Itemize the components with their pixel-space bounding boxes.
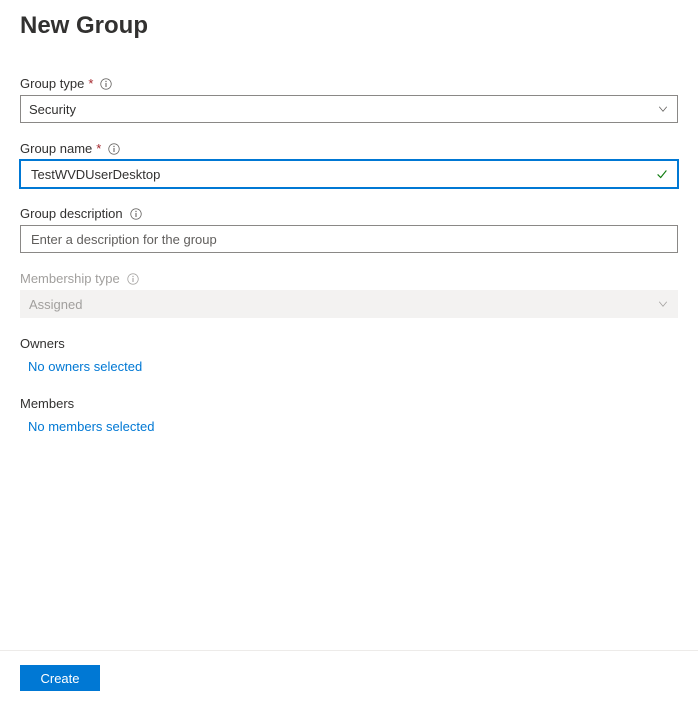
group-type-value: Security — [29, 102, 657, 117]
owners-section: Owners No owners selected — [20, 336, 678, 374]
info-icon[interactable] — [99, 77, 113, 91]
members-section: Members No members selected — [20, 396, 678, 434]
required-asterisk: * — [96, 141, 101, 156]
membership-type-label-row: Membership type — [20, 271, 678, 286]
group-type-select[interactable]: Security — [20, 95, 678, 123]
field-membership-type: Membership type Assigned — [20, 271, 678, 318]
group-name-input[interactable] — [29, 161, 655, 187]
owners-heading: Owners — [20, 336, 678, 351]
membership-type-value: Assigned — [29, 297, 657, 312]
group-description-input-wrap — [20, 225, 678, 253]
group-name-label-row: Group name * — [20, 141, 678, 156]
page-title: New Group — [20, 12, 678, 40]
members-link[interactable]: No members selected — [20, 419, 678, 434]
members-heading: Members — [20, 396, 678, 411]
field-group-description: Group description — [20, 206, 678, 253]
create-button[interactable]: Create — [20, 665, 100, 691]
chevron-down-icon — [657, 103, 669, 115]
info-icon[interactable] — [129, 207, 143, 221]
group-description-label-row: Group description — [20, 206, 678, 221]
group-description-label: Group description — [20, 206, 123, 221]
info-icon[interactable] — [126, 272, 140, 286]
group-type-label: Group type — [20, 76, 84, 91]
owners-link[interactable]: No owners selected — [20, 359, 678, 374]
membership-type-select: Assigned — [20, 290, 678, 318]
required-asterisk: * — [88, 76, 93, 91]
membership-type-label: Membership type — [20, 271, 120, 286]
group-name-input-wrap — [20, 160, 678, 188]
group-description-input[interactable] — [29, 226, 669, 252]
group-type-label-row: Group type * — [20, 76, 678, 91]
group-name-label: Group name — [20, 141, 92, 156]
field-group-type: Group type * Security — [20, 76, 678, 123]
checkmark-icon — [655, 167, 669, 181]
footer: Create — [0, 650, 698, 705]
field-group-name: Group name * — [20, 141, 678, 188]
info-icon[interactable] — [107, 142, 121, 156]
chevron-down-icon — [657, 298, 669, 310]
